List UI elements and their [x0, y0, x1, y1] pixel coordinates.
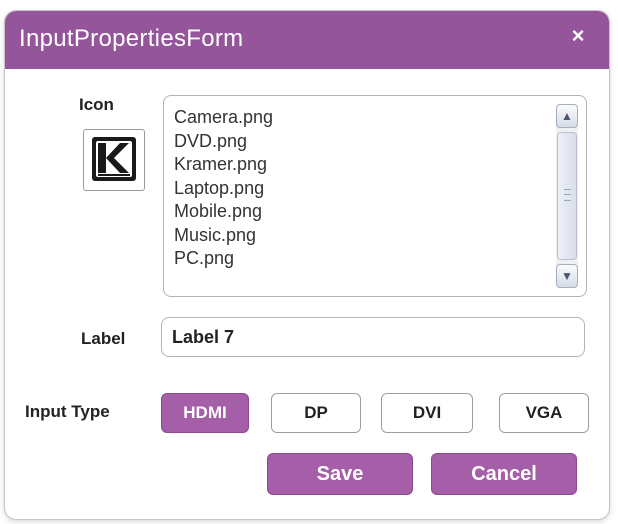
- icon-file-list[interactable]: Camera.png DVD.png Kramer.png Laptop.png…: [163, 95, 587, 297]
- list-item[interactable]: Mobile.png: [174, 200, 273, 224]
- icon-file-items: Camera.png DVD.png Kramer.png Laptop.png…: [174, 106, 273, 271]
- input-type-vga-button[interactable]: VGA: [499, 393, 589, 433]
- scroll-thumb[interactable]: [557, 132, 577, 260]
- label-field-label: Label: [81, 329, 126, 348]
- input-type-hdmi-button[interactable]: HDMI: [161, 393, 249, 433]
- save-button[interactable]: Save: [267, 453, 413, 495]
- list-item[interactable]: Laptop.png: [174, 177, 273, 201]
- cancel-button[interactable]: Cancel: [431, 453, 577, 495]
- scroll-down-icon[interactable]: ▼: [556, 264, 578, 288]
- input-type-label: Input Type: [25, 402, 110, 421]
- list-item[interactable]: Kramer.png: [174, 153, 273, 177]
- list-item[interactable]: DVD.png: [174, 130, 273, 154]
- scroll-up-icon[interactable]: ▲: [556, 104, 578, 128]
- input-type-dvi-button[interactable]: DVI: [381, 393, 473, 433]
- dialog-title: InputPropertiesForm: [19, 25, 244, 52]
- vertical-scrollbar[interactable]: ▲ ▼: [556, 104, 578, 288]
- close-icon[interactable]: ×: [567, 25, 589, 47]
- input-type-dp-button[interactable]: DP: [271, 393, 361, 433]
- label-input[interactable]: [161, 317, 585, 357]
- kramer-logo-icon: [83, 129, 145, 191]
- title-bar[interactable]: InputPropertiesForm ×: [5, 11, 609, 69]
- input-properties-dialog: InputPropertiesForm × Icon Camera.png DV…: [4, 10, 610, 520]
- list-item[interactable]: Camera.png: [174, 106, 273, 130]
- list-item[interactable]: Music.png: [174, 224, 273, 248]
- icon-label: Icon: [79, 95, 114, 114]
- list-item[interactable]: PC.png: [174, 247, 273, 271]
- grip-icon: [564, 189, 571, 201]
